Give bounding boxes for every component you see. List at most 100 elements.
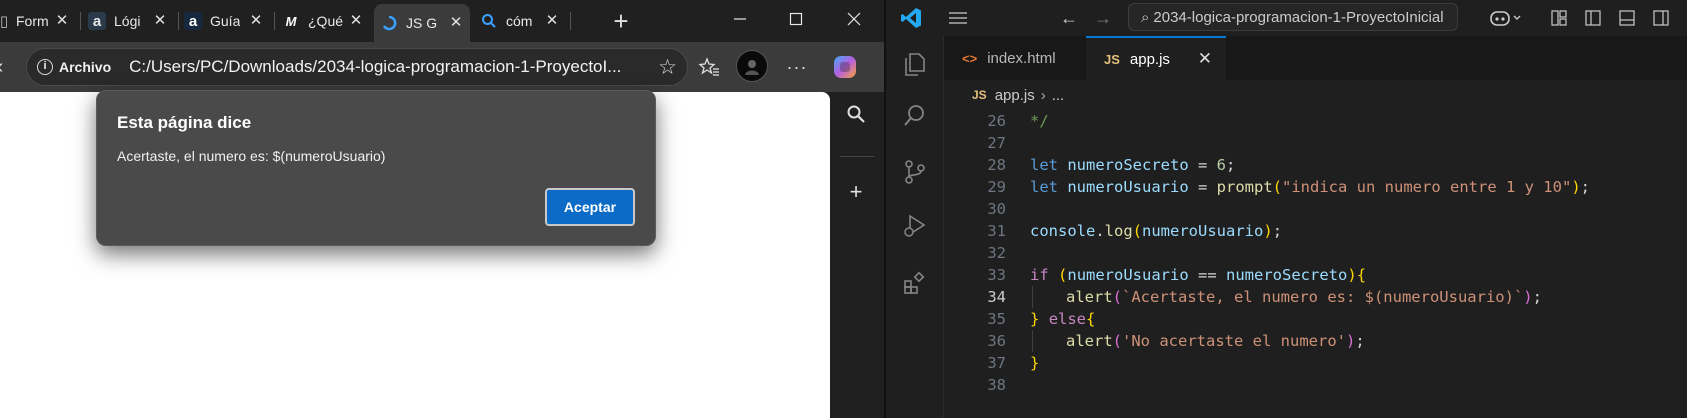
maximize-button[interactable] <box>768 0 824 38</box>
tab-app-js[interactable]: JS app.js ✕ <box>1086 36 1226 80</box>
browser-tab-label: Guía <box>210 13 241 29</box>
avatar[interactable] <box>736 50 768 82</box>
url-text[interactable]: C:/Users/PC/Downloads/2034-logica-progra… <box>129 57 629 77</box>
info-icon: i <box>37 59 53 75</box>
html-file-icon: <> <box>962 50 978 66</box>
code-editor[interactable]: 26 */ 27 28 let numeroSecreto = 6; 29 let nume… <box>944 110 1687 418</box>
accept-button[interactable]: Aceptar <box>545 188 635 226</box>
code-line[interactable]: 31 console.log(numeroUsuario); <box>944 220 1687 242</box>
tab-index-html[interactable]: <> index.html <box>944 36 1086 80</box>
favorites-icon[interactable] <box>694 52 724 82</box>
run-debug-icon[interactable] <box>886 202 944 250</box>
close-icon[interactable]: ✕ <box>542 10 562 32</box>
js-file-icon: JS <box>972 88 987 102</box>
browser-tab-3[interactable]: M ¿Qué ✕ <box>282 6 370 36</box>
extensions-icon[interactable] <box>886 260 944 308</box>
search-icon[interactable] <box>840 98 872 130</box>
code-line[interactable]: 36 alert('No acertaste el numero'); <box>944 330 1687 352</box>
copilot-icon[interactable] <box>1486 5 1526 31</box>
explorer-icon[interactable] <box>886 40 944 88</box>
profile-icon <box>745 60 759 75</box>
indent-guide <box>1032 330 1033 352</box>
minimize-icon <box>734 18 746 20</box>
code-line[interactable]: 29 let numeroUsuario = prompt("indica un … <box>944 176 1687 198</box>
code-line[interactable]: 35} else{ <box>944 308 1687 330</box>
chevron-right-icon: › <box>1040 86 1046 104</box>
indent-guide <box>1032 286 1033 308</box>
code-line[interactable]: 32 <box>944 242 1687 264</box>
alert-dialog: Esta página dice Acertaste, el numero es… <box>96 90 656 246</box>
code-line[interactable]: 28 let numeroSecreto = 6; <box>944 154 1687 176</box>
copilot-icon[interactable] <box>828 50 862 84</box>
browser-tab-label: ¿Qué <box>308 13 344 29</box>
code-line[interactable]: 27 <box>944 132 1687 154</box>
code-line[interactable]: 33 if (numeroUsuario == numeroSecreto){ <box>944 264 1687 286</box>
close-window-button[interactable] <box>826 0 882 38</box>
arrow-right-icon[interactable]: → <box>1092 5 1114 31</box>
close-icon[interactable]: ✕ <box>1198 49 1212 69</box>
code-text: } else{ <box>1030 310 1096 328</box>
breadcrumb-file[interactable]: app.js <box>995 87 1035 104</box>
add-sidebar-app-icon[interactable]: + <box>840 176 872 208</box>
browser-tab-2[interactable]: a Guía ✕ <box>184 6 270 36</box>
more-options-icon[interactable]: ··· <box>782 52 812 82</box>
line-number: 26 <box>987 112 1006 130</box>
alura-a-icon: a <box>184 12 202 30</box>
code-line[interactable]: 34 alert(`Acertaste, el numero es: $(nume… <box>944 286 1687 308</box>
breadcrumb-symbol[interactable]: ... <box>1052 87 1065 104</box>
menu-icon[interactable] <box>946 5 970 31</box>
code-line[interactable]: 37} <box>944 352 1687 374</box>
tab-separator <box>570 12 571 30</box>
browser-tab-4[interactable]: JS G ✕ <box>374 4 470 42</box>
code-text: let numeroSecreto = 6; <box>1030 156 1236 174</box>
close-icon[interactable]: ✕ <box>52 10 72 32</box>
browser-window: ▯ Form ✕ a Lógi ✕ a Guía ✕ M ¿Qué ✕ JS G… <box>0 0 884 418</box>
js-file-icon: JS <box>1104 51 1120 67</box>
toggle-panel-icon[interactable] <box>1616 5 1638 31</box>
code-line[interactable]: 26 */ <box>944 110 1687 132</box>
vscode-window: ← → ⌕ 2034-logica-programacion-1-Proyect… <box>886 0 1687 418</box>
close-icon[interactable]: ✕ <box>446 12 466 34</box>
arrow-left-icon[interactable]: ← <box>1058 5 1080 31</box>
m-logo-icon: M <box>285 13 297 29</box>
close-icon[interactable]: ✕ <box>246 10 266 32</box>
line-number: 31 <box>987 222 1006 240</box>
line-number: 28 <box>987 156 1006 174</box>
close-icon <box>847 12 861 26</box>
new-tab-button[interactable]: + <box>606 6 636 36</box>
tab-label: app.js <box>1129 50 1170 68</box>
command-center[interactable]: ⌕ 2034-logica-programacion-1-ProyectoIni… <box>1128 3 1458 31</box>
browser-tab-1[interactable]: a Lógi ✕ <box>88 6 174 36</box>
site-info-button[interactable]: i Archivo <box>37 59 111 75</box>
browser-tab-5[interactable]: cóm ✕ <box>474 6 566 36</box>
source-control-icon[interactable] <box>886 148 944 196</box>
code-line[interactable]: 30 <box>944 198 1687 220</box>
generic-tab-icon: ▯ <box>0 13 9 30</box>
code-line[interactable]: 38 <box>944 374 1687 396</box>
back-icon[interactable]: ‹ <box>0 54 8 80</box>
dialog-message: Acertaste, el numero es: $(numeroUsuario… <box>117 148 386 164</box>
browser-sidebar: + <box>830 92 884 418</box>
line-number: 29 <box>987 178 1006 196</box>
search-icon: ⌕ <box>1141 8 1150 26</box>
code-text: } <box>1030 354 1040 372</box>
vscode-logo-icon <box>898 5 924 31</box>
toggle-secondary-sidebar-icon[interactable] <box>1650 5 1672 31</box>
layout-customize-icon[interactable] <box>1548 5 1570 31</box>
browser-tab-label: Form <box>16 13 49 29</box>
editor-tabs: <> index.html JS app.js ✕ <box>944 36 1687 80</box>
minimize-button[interactable] <box>712 0 768 38</box>
tab-separator <box>80 12 81 30</box>
close-icon[interactable]: ✕ <box>150 10 170 32</box>
maximize-icon <box>789 12 803 26</box>
favorite-star-icon[interactable]: ☆ <box>658 55 677 80</box>
site-info-label: Archivo <box>59 59 112 75</box>
close-icon[interactable]: ✕ <box>346 10 366 32</box>
toggle-primary-sidebar-icon[interactable] <box>1582 5 1604 31</box>
address-bar[interactable]: i Archivo C:/Users/PC/Downloads/2034-log… <box>26 48 688 86</box>
search-icon[interactable] <box>886 92 944 140</box>
loading-spinner-icon <box>380 14 398 32</box>
browser-tab-0[interactable]: ▯ Form ✕ <box>0 6 76 36</box>
code-text: console.log(numeroUsuario); <box>1030 222 1283 240</box>
code-text: */ <box>1030 112 1049 130</box>
